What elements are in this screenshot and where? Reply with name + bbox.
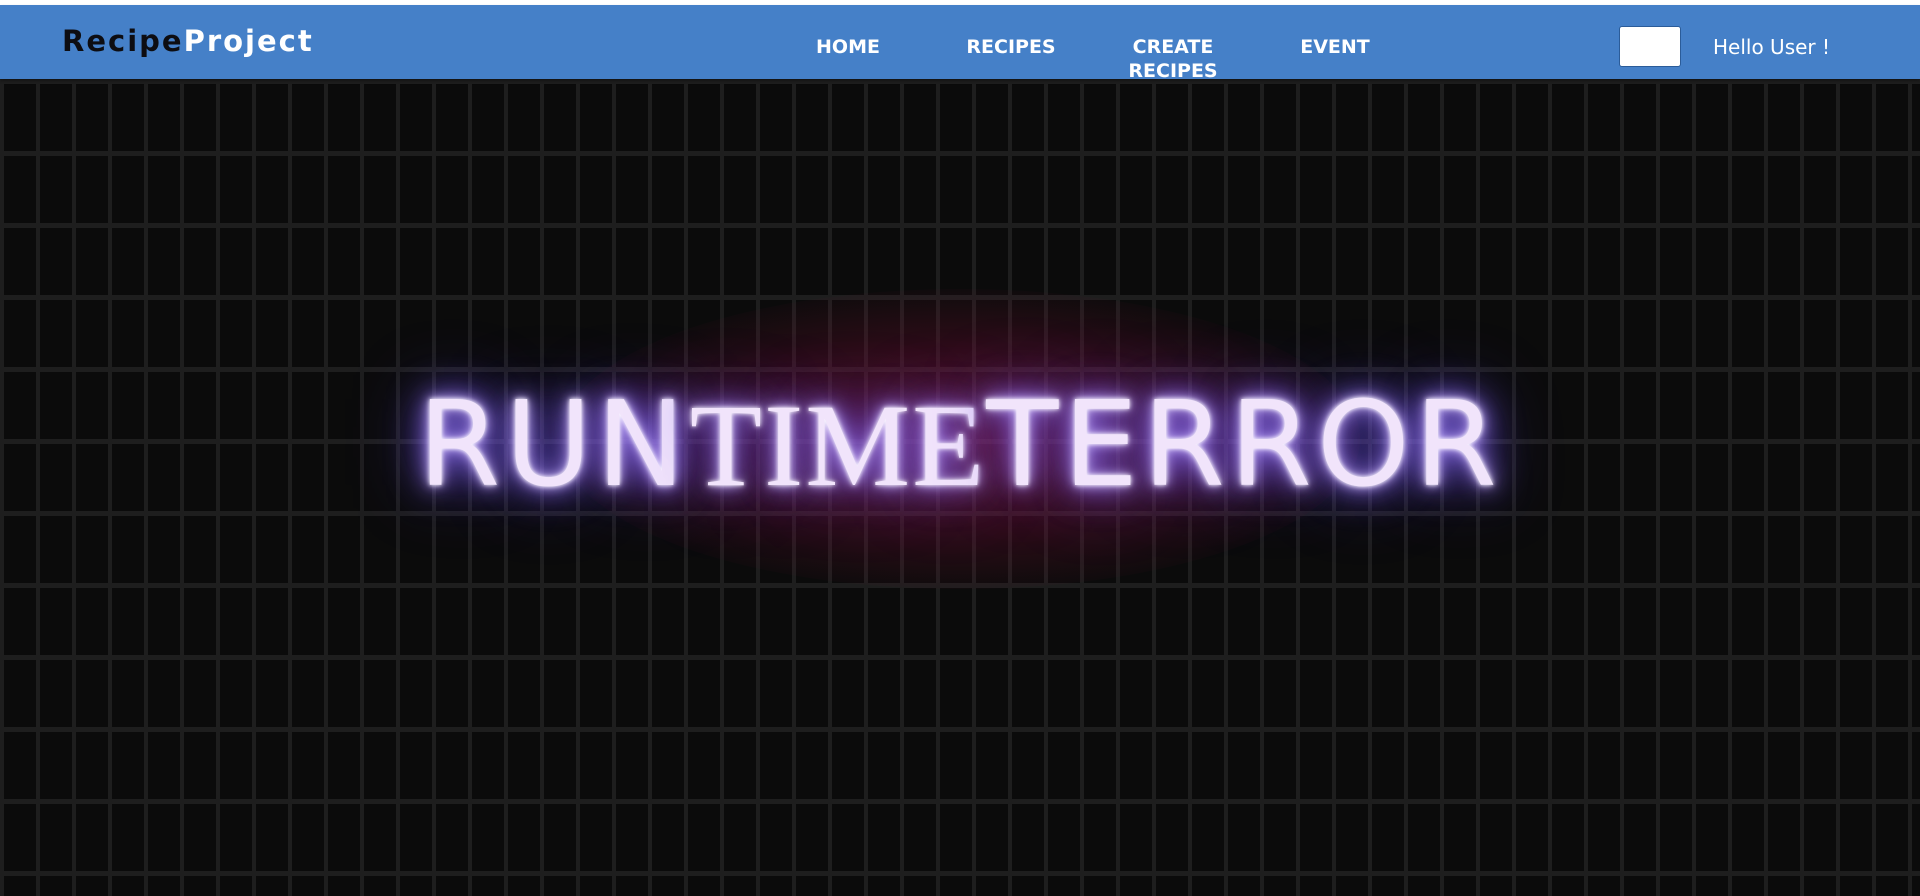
neon-title-part3: TERROR [986, 375, 1502, 513]
nav-create-recipes-link[interactable]: CREATE RECIPES [1110, 35, 1236, 83]
user-menu-button[interactable] [1619, 26, 1681, 67]
neon-title: RUNTIMETERROR [0, 379, 1920, 511]
nav-recipes-link[interactable]: RECIPES [960, 35, 1062, 59]
nav-create-label-line1: CREATE [1132, 36, 1214, 58]
nav-event-link[interactable]: EVENT [1290, 35, 1380, 59]
brand-text-recipe: Recipe [62, 24, 184, 58]
nav-create-label-line2: RECIPES [1128, 60, 1218, 82]
nav-home-link[interactable]: HOME [810, 35, 886, 59]
user-greeting: Hello User ! [1713, 35, 1831, 59]
neon-title-part1: RUN [418, 375, 690, 513]
brand-logo[interactable]: RecipeProject [62, 24, 314, 58]
brand-text-project: Project [183, 24, 314, 58]
neon-title-part2: TIME [689, 380, 987, 511]
navbar: RecipeProject HOME RECIPES CREATE RECIPE… [0, 5, 1920, 82]
hero-section: RUNTIMETERROR [0, 79, 1920, 896]
